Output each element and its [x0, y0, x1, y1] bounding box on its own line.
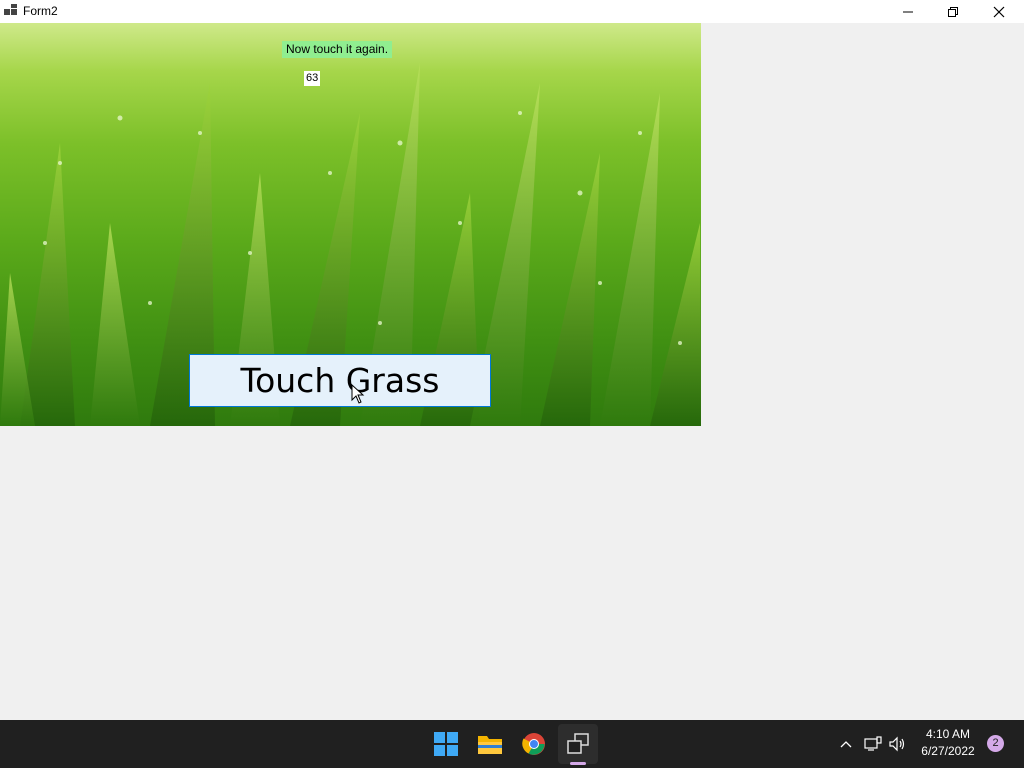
chrome-icon [522, 733, 545, 755]
mouse-cursor-icon [351, 384, 365, 404]
form2-taskbar-button[interactable] [558, 724, 598, 764]
restore-icon [948, 6, 958, 17]
taskbar-clock[interactable]: 4:10 AM 6/27/2022 [915, 726, 981, 760]
form-client-area: Now touch it again. 63 Touch Grass [0, 23, 1024, 720]
close-button[interactable] [976, 0, 1022, 23]
chevron-up-icon [840, 741, 852, 748]
title-bar: Form2 [0, 0, 1024, 23]
app-window-icon [567, 733, 589, 754]
chrome-button[interactable] [514, 724, 554, 764]
start-button[interactable] [426, 724, 466, 764]
clock-time: 4:10 AM [925, 727, 971, 741]
clock-date: 6/27/2022 [921, 744, 975, 758]
active-app-indicator [570, 762, 586, 765]
windows-start-icon [434, 732, 458, 756]
window-title: Form2 [23, 4, 58, 18]
volume-button[interactable] [888, 734, 908, 754]
network-button[interactable] [863, 734, 883, 754]
counter-label: 63 [304, 71, 321, 86]
speaker-icon [889, 736, 905, 752]
grass-picture: Now touch it again. 63 Touch Grass [0, 23, 701, 426]
app-icon [4, 4, 17, 15]
file-explorer-button[interactable] [470, 724, 510, 764]
network-icon [864, 736, 882, 751]
notification-badge[interactable]: 2 [987, 735, 1004, 752]
folder-icon [478, 736, 502, 754]
minimize-icon [903, 11, 913, 12]
message-label: Now touch it again. [282, 41, 393, 58]
show-hidden-icons-button[interactable] [836, 734, 856, 754]
taskbar: 4:10 AM 6/27/2022 2 [0, 720, 1024, 768]
touch-grass-button[interactable]: Touch Grass [189, 354, 491, 407]
close-icon [993, 6, 1005, 17]
restore-button[interactable] [930, 0, 976, 23]
minimize-button[interactable] [885, 0, 931, 23]
